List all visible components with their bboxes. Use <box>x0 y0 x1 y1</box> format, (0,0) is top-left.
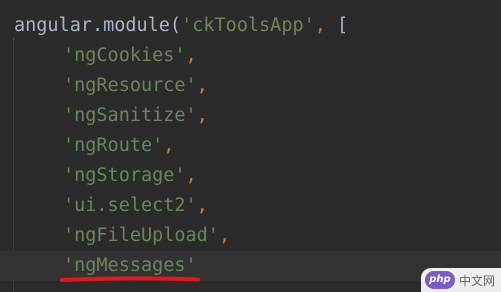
string-literal: 'ngMessages' <box>63 255 197 276</box>
watermark-text: 中文网 <box>458 273 495 288</box>
open-bracket: [ <box>325 15 349 36</box>
code-line-8[interactable]: 'ngFileUpload', <box>0 221 501 251</box>
watermark: php 中文网 <box>420 268 501 292</box>
code-content: 'ngResource', <box>63 71 208 101</box>
php-logo: php <box>424 271 455 289</box>
code-text: angular.module( <box>14 15 182 36</box>
red-underline-annotation <box>60 276 200 282</box>
string-literal: 'ngStorage' <box>63 165 186 186</box>
string-literal: 'ui.select2' <box>63 195 197 216</box>
code-line-4[interactable]: 'ngSanitize', <box>0 101 501 131</box>
string-literal: 'ngSanitize' <box>63 105 197 126</box>
code-line-6[interactable]: 'ngStorage', <box>0 161 501 191</box>
code-line-7[interactable]: 'ui.select2', <box>0 191 501 221</box>
comma: , <box>163 135 175 156</box>
code-content: angular.module('ckToolsApp', [ <box>14 11 348 41</box>
code-content: 'ngSanitize', <box>63 101 208 131</box>
code-line-2[interactable]: 'ngCookies', <box>0 41 501 71</box>
comma: , <box>196 105 208 126</box>
code-content: 'ngFileUpload', <box>63 221 230 251</box>
string-literal: 'ngFileUpload' <box>63 225 219 246</box>
string-literal: 'ckToolsApp' <box>181 15 315 36</box>
string-literal: 'ngCookies' <box>63 45 186 66</box>
comma: , <box>218 225 231 246</box>
code-content: 'ngStorage', <box>63 161 197 191</box>
comma: , <box>185 165 197 186</box>
code-content: 'ngRoute', <box>63 131 174 161</box>
code-editor[interactable]: angular.module('ckToolsApp', [ 'ngCookie… <box>0 0 501 292</box>
code-line-5[interactable]: 'ngRoute', <box>0 131 501 161</box>
code-line-3[interactable]: 'ngResource', <box>0 71 501 101</box>
code-line-1[interactable]: angular.module('ckToolsApp', [ <box>0 11 501 41</box>
logo-text: php <box>429 274 451 285</box>
comma: , <box>196 75 208 96</box>
string-literal: 'ngResource' <box>63 75 197 96</box>
string-literal: 'ngRoute' <box>63 135 164 156</box>
code-content: 'ngCookies', <box>63 41 197 71</box>
comma: , <box>314 15 326 36</box>
comma: , <box>196 195 208 216</box>
code-content: 'ui.select2', <box>63 191 208 221</box>
comma: , <box>185 45 197 66</box>
